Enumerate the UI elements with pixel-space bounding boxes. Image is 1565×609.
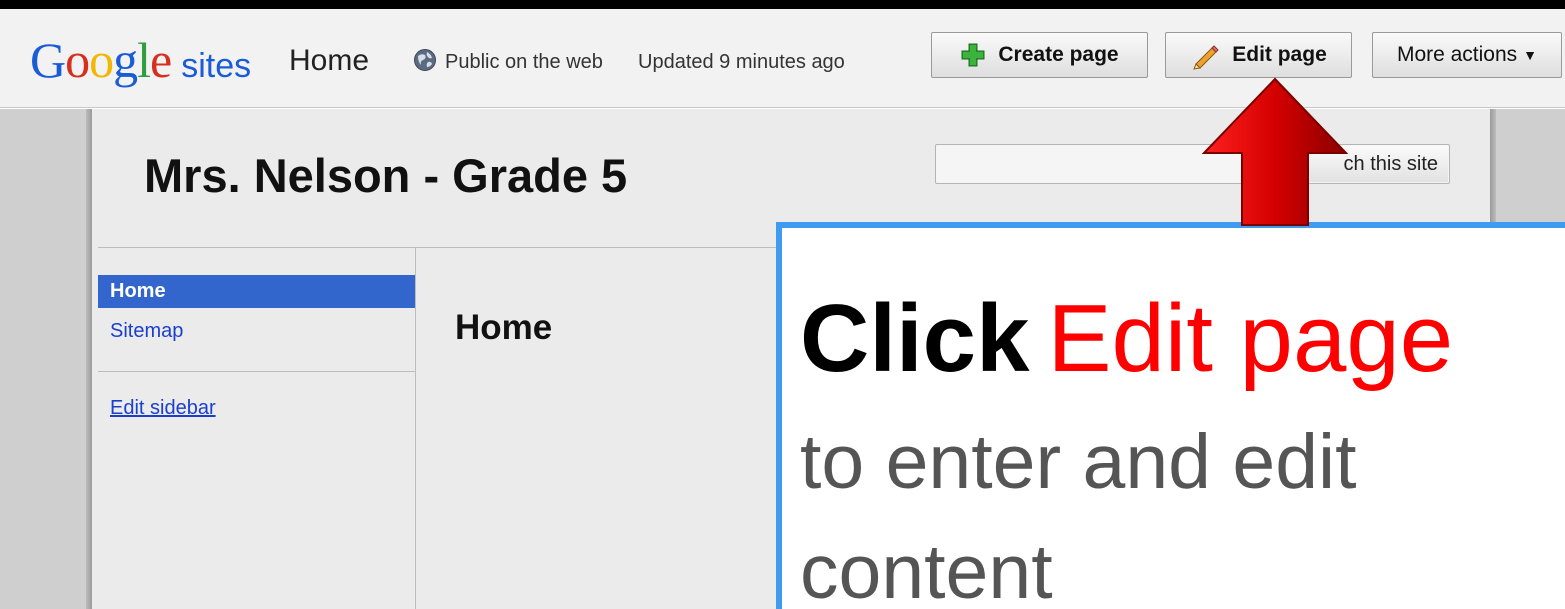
sidebar-section-divider [98,371,415,372]
logo-letter: g [113,32,138,88]
logo-letter: l [137,32,151,88]
google-sites-logo[interactable]: Google sites [30,35,251,86]
sidebar-item-home[interactable]: Home [98,275,415,308]
edit-sidebar-link[interactable]: Edit sidebar [110,397,216,420]
callout-click-word: Click [800,285,1030,392]
edit-page-label: Edit page [1232,43,1327,66]
instruction-callout: Click Edit page to enter and edit content [776,222,1565,609]
plus-icon [961,43,985,67]
left-margin [0,109,92,609]
globe-icon [414,49,436,71]
sidebar-item-sitemap[interactable]: Sitemap [110,320,183,343]
more-actions-label: More actions [1396,43,1518,66]
edit-page-button[interactable]: Edit page [1165,32,1352,78]
site-title: Mrs. Nelson - Grade 5 [144,149,628,202]
callout-line-2: to enter and edit [800,419,1357,505]
logo-letter: o [65,32,90,88]
sidebar-divider [415,248,416,609]
up-arrow-pointer-icon [1201,77,1349,226]
current-page-name: Home [289,44,370,77]
callout-edit-page-word: Edit page [1047,285,1454,392]
google-wordmark: Google [30,32,172,88]
top-border [0,0,1565,9]
page-heading: Home [455,308,553,347]
logo-letter: o [89,32,114,88]
dropdown-caret-icon: ▼ [1523,47,1538,63]
visibility-link[interactable]: Public on the web [445,51,603,74]
callout-line-1: Click Edit page [800,284,1453,394]
callout-line-3: content [800,529,1053,609]
logo-letter: e [150,32,172,88]
pencil-icon [1193,45,1219,70]
more-actions-button[interactable]: More actions ▼ [1372,32,1562,78]
logo-letter: G [30,32,66,88]
create-page-button[interactable]: Create page [931,32,1148,78]
search-site-label: ch this site [1343,152,1438,175]
sites-wordmark: sites [181,47,252,85]
header-divider [98,247,798,248]
create-page-label: Create page [998,43,1119,66]
last-updated-text: Updated 9 minutes ago [638,51,845,73]
